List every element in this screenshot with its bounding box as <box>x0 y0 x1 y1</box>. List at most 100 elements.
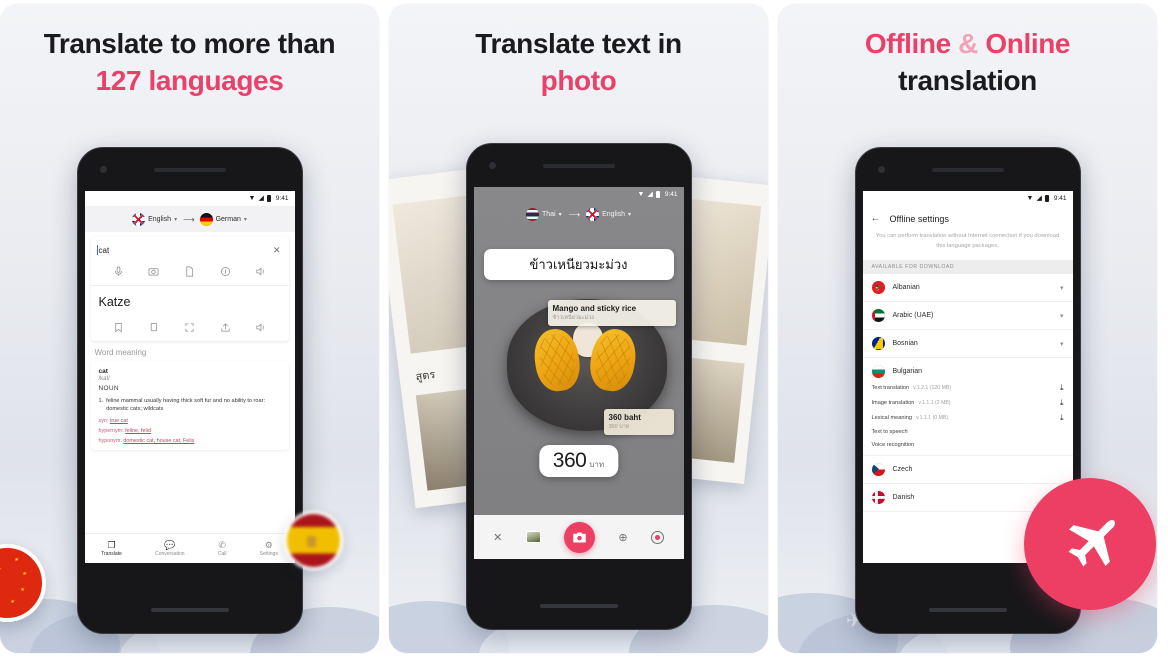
document-icon[interactable] <box>184 266 195 277</box>
record-icon[interactable] <box>650 530 664 544</box>
conversation-icon: 💬 <box>164 540 176 550</box>
section-header-available: AVAILABLE FOR DOWNLOAD <box>862 260 1073 275</box>
heading-line-1: Translate to more than <box>43 28 336 59</box>
heading-word-online: Online <box>985 28 1071 59</box>
list-item[interactable]: Arabic (UAE) ▾ <box>862 302 1073 331</box>
source-input-row[interactable]: cat ✕ <box>91 237 289 259</box>
relation-values[interactable]: feline, felid <box>125 428 151 434</box>
front-camera-icon <box>877 166 885 173</box>
package-row-text-to-speech[interactable]: Text to speech <box>863 425 1073 438</box>
airplane-icon <box>1068 520 1115 567</box>
close-icon[interactable]: ✕ <box>493 531 502 544</box>
chevron-down-icon[interactable]: ▾ <box>1060 340 1064 348</box>
flag-czech-icon <box>871 462 885 476</box>
language-name: Bosnian <box>892 340 918 348</box>
flag-thailand-icon <box>525 207 539 221</box>
download-icon[interactable]: ⤓ <box>1060 413 1064 422</box>
nav-label: Settings <box>259 551 278 557</box>
panel-offline: ✈ Offline & Online translation ▼ ◢ 9:41 <box>778 4 1157 653</box>
package-row-text-translation[interactable]: Text translation v.1.2.1 (120 MB) ⤓ <box>863 380 1073 395</box>
copy-icon[interactable] <box>148 322 159 333</box>
speaker-icon[interactable] <box>255 322 266 333</box>
status-time: 9:41 <box>275 195 289 202</box>
home-indicator <box>150 608 229 612</box>
mic-icon[interactable] <box>113 266 124 277</box>
paper-text: สูตร <box>414 368 436 384</box>
heading-line-1: Offline & Online <box>778 26 1157 63</box>
package-row-image-translation[interactable]: Image translation v.1.1.1 (2 MB) ⤓ <box>863 395 1073 410</box>
price-unit: บาท <box>589 460 605 469</box>
phone-top-bezel <box>78 148 302 191</box>
wifi-icon: ▼ <box>1026 195 1034 202</box>
bookmark-icon[interactable] <box>113 322 124 333</box>
target-language-chip[interactable]: English ▾ <box>586 207 631 221</box>
relation-values[interactable]: domestic cat, house cat, Felis <box>123 438 194 444</box>
download-icon[interactable]: ⤓ <box>1060 398 1064 407</box>
fullscreen-icon[interactable] <box>184 322 195 333</box>
translation-bubble: Mango and sticky rice ข้าวเหนียวมะม่วง <box>547 300 676 326</box>
list-item[interactable]: Bulgarian <box>863 358 1073 380</box>
language-name: Arabic (UAE) <box>892 312 934 320</box>
list-item[interactable]: 🦅 Albanian ▾ <box>862 274 1073 303</box>
back-arrow-icon[interactable]: ← <box>871 214 881 224</box>
earpiece-speaker <box>931 168 1004 172</box>
battery-icon <box>1044 195 1049 202</box>
gallery-icon[interactable] <box>525 531 541 543</box>
chevron-down-icon[interactable]: ▾ <box>1060 284 1064 292</box>
heading-line-2: photo <box>540 64 617 96</box>
relation-values[interactable]: true cat <box>110 418 128 424</box>
swap-arrow-icon[interactable]: ⟶ <box>569 210 581 219</box>
detected-text-bubble: ข้าวเหนียวมะม่วง <box>483 249 674 280</box>
phone-screen-translate: ▼ ◢ 9:41 English ▾ ⟶ German ▾ cat ✕ Katz… <box>84 191 295 563</box>
translation-original: ข้าวเหนียวมะม่วง <box>552 315 595 321</box>
translation-card: cat ✕ Katze <box>90 237 289 341</box>
dictionary-card: cat /kat/ NOUN 1. feline mammal usually … <box>90 361 289 450</box>
list-item[interactable]: Bosnian ▾ <box>862 330 1073 359</box>
list-item[interactable]: Czech <box>862 456 1073 484</box>
target-language-chip[interactable]: German ▾ <box>199 212 247 226</box>
sidebar-item-conversation[interactable]: 💬 Conversation <box>155 540 184 557</box>
package-row-lexical-meaning[interactable]: Lexical meaning v.1.1.1 (0 MB) ⤓ <box>863 410 1073 425</box>
phone-top-bezel <box>467 144 691 187</box>
language-name: Czech <box>892 465 913 473</box>
package-label: Image translation <box>871 399 915 406</box>
swap-arrow-icon[interactable]: ⟶ <box>183 215 195 224</box>
source-language-chip[interactable]: Thai ▾ <box>525 207 562 221</box>
package-version: v.1.1.1 (2 MB) <box>918 399 951 406</box>
sidebar-item-settings[interactable]: ⚙ Settings <box>260 540 278 557</box>
clear-icon[interactable]: ✕ <box>273 246 281 255</box>
result-tool-row <box>91 315 289 341</box>
nav-label: Conversation <box>155 551 185 557</box>
language-selector-bar: English ▾ ⟶ German ▾ <box>84 206 295 232</box>
dictionary-definition: feline mammal usually having thick soft … <box>106 398 266 413</box>
sidebar-item-translate[interactable]: ❐ Translate <box>101 540 122 557</box>
dictionary-definition-row: 1. feline mammal usually having thick so… <box>99 397 281 414</box>
language-name: Albanian <box>892 284 920 292</box>
chevron-down-icon[interactable]: ▾ <box>628 211 631 218</box>
chevron-down-icon[interactable]: ▾ <box>559 211 562 218</box>
chevron-down-icon[interactable]: ▾ <box>174 216 177 223</box>
chevron-down-icon[interactable]: ▾ <box>1060 312 1064 320</box>
signal-icon: ◢ <box>1036 195 1042 202</box>
source-language-chip[interactable]: English ▾ <box>132 212 177 226</box>
download-icon[interactable]: ⊕ <box>618 531 627 544</box>
price-highlight: 360 บาท <box>538 445 619 477</box>
speaker-icon[interactable] <box>255 266 266 277</box>
package-row-voice-recognition[interactable]: Voice recognition <box>862 438 1073 456</box>
shutter-button[interactable] <box>564 521 595 553</box>
heading-line-2: translation <box>898 64 1037 96</box>
camera-icon[interactable] <box>148 266 159 277</box>
download-icon[interactable]: ⤓ <box>1060 383 1064 392</box>
chevron-down-icon[interactable]: ▾ <box>244 216 247 223</box>
panel-heading: Translate text in photo <box>389 4 768 100</box>
sidebar-item-call[interactable]: ✆ Call <box>218 540 227 557</box>
share-icon[interactable] <box>220 322 231 333</box>
input-tool-row <box>90 259 289 286</box>
package-label: Text translation <box>871 384 910 391</box>
source-text-input[interactable]: cat <box>96 245 109 255</box>
language-name: Danish <box>892 493 915 501</box>
flag-uk-icon <box>132 212 146 226</box>
phone-screen-camera: ▼ ◢ 9:41 Thai ▾ ⟶ English ▾ ข้าวเหนียวมะ… <box>473 187 684 559</box>
relation-syn: syn: true cat <box>99 418 281 424</box>
handwriting-icon[interactable] <box>220 266 231 277</box>
